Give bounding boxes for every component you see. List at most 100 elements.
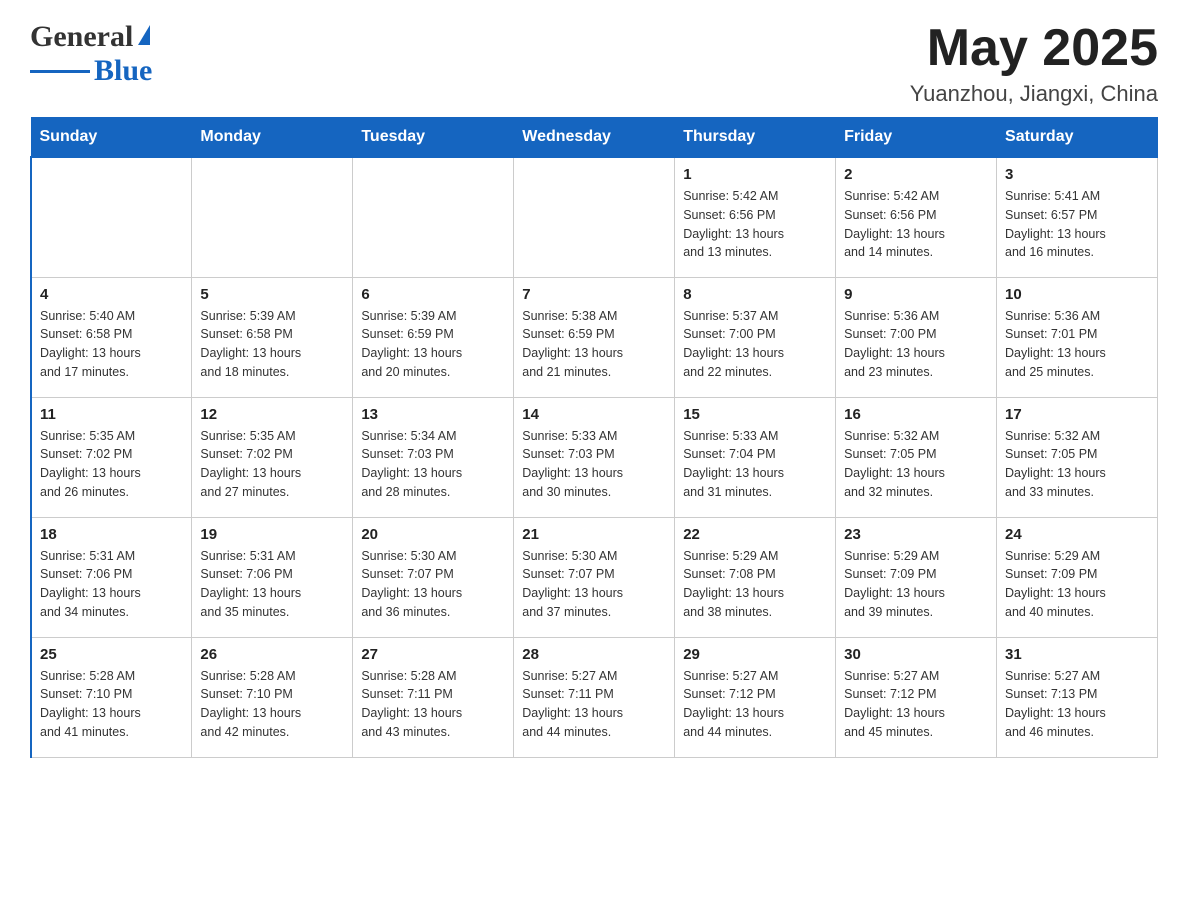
day-number: 12 [200, 406, 344, 423]
table-row: 20 Sunrise: 5:30 AM Sunset: 7:07 PM Dayli… [353, 517, 514, 637]
sun-info: Sunrise: 5:39 AM Sunset: 6:58 PM Dayligh… [200, 307, 344, 382]
table-row: 10 Sunrise: 5:36 AM Sunset: 7:01 PM Dayli… [997, 277, 1158, 397]
table-row: 14 Sunrise: 5:33 AM Sunset: 7:03 PM Dayli… [514, 397, 675, 517]
sun-info: Sunrise: 5:27 AM Sunset: 7:12 PM Dayligh… [844, 667, 988, 742]
sun-info: Sunrise: 5:38 AM Sunset: 6:59 PM Dayligh… [522, 307, 666, 382]
day-number: 7 [522, 286, 666, 303]
sun-info: Sunrise: 5:29 AM Sunset: 7:08 PM Dayligh… [683, 547, 827, 622]
table-row: 2 Sunrise: 5:42 AM Sunset: 6:56 PM Daylig… [836, 157, 997, 277]
sun-info: Sunrise: 5:34 AM Sunset: 7:03 PM Dayligh… [361, 427, 505, 502]
sun-info: Sunrise: 5:30 AM Sunset: 7:07 PM Dayligh… [361, 547, 505, 622]
sun-info: Sunrise: 5:28 AM Sunset: 7:10 PM Dayligh… [40, 667, 183, 742]
day-number: 28 [522, 646, 666, 663]
table-row: 23Sunrise: 5:29 AM Sunset: 7:09 PM Dayli… [836, 517, 997, 637]
day-number: 6 [361, 286, 505, 303]
col-thursday: Thursday [675, 118, 836, 158]
day-number: 9 [844, 286, 988, 303]
table-row: 28 Sunrise: 5:27 AM Sunset: 7:11 PM Dayli… [514, 637, 675, 757]
day-number: 16 [844, 406, 988, 423]
table-row: 15Sunrise: 5:33 AM Sunset: 7:04 PM Dayli… [675, 397, 836, 517]
table-row: 17 Sunrise: 5:32 AM Sunset: 7:05 PM Dayli… [997, 397, 1158, 517]
day-number: 21 [522, 526, 666, 543]
table-row: 6 Sunrise: 5:39 AM Sunset: 6:59 PM Daylig… [353, 277, 514, 397]
day-number: 13 [361, 406, 505, 423]
sun-info: Sunrise: 5:32 AM Sunset: 7:05 PM Dayligh… [844, 427, 988, 502]
table-row: 9Sunrise: 5:36 AM Sunset: 7:00 PM Daylig… [836, 277, 997, 397]
table-row [31, 157, 192, 277]
sun-info: Sunrise: 5:30 AM Sunset: 7:07 PM Dayligh… [522, 547, 666, 622]
table-row: 1 Sunrise: 5:42 AM Sunset: 6:56 PM Daylig… [675, 157, 836, 277]
table-row: 29 Sunrise: 5:27 AM Sunset: 7:12 PM Dayli… [675, 637, 836, 757]
table-row: 3 Sunrise: 5:41 AM Sunset: 6:57 PM Daylig… [997, 157, 1158, 277]
logo-general: General [30, 20, 133, 54]
table-row: 22 Sunrise: 5:29 AM Sunset: 7:08 PM Dayli… [675, 517, 836, 637]
day-number: 29 [683, 646, 827, 663]
col-saturday: Saturday [997, 118, 1158, 158]
day-number: 4 [40, 286, 183, 303]
sun-info: Sunrise: 5:29 AM Sunset: 7:09 PM Dayligh… [1005, 547, 1149, 622]
table-row: 24 Sunrise: 5:29 AM Sunset: 7:09 PM Dayli… [997, 517, 1158, 637]
col-monday: Monday [192, 118, 353, 158]
sun-info: Sunrise: 5:42 AM Sunset: 6:56 PM Dayligh… [844, 187, 988, 262]
day-number: 18 [40, 526, 183, 543]
month-year-title: May 2025 [910, 20, 1158, 77]
table-row: 19Sunrise: 5:31 AM Sunset: 7:06 PM Dayli… [192, 517, 353, 637]
day-number: 24 [1005, 526, 1149, 543]
table-row [192, 157, 353, 277]
sun-info: Sunrise: 5:37 AM Sunset: 7:00 PM Dayligh… [683, 307, 827, 382]
day-number: 3 [1005, 166, 1149, 183]
sun-info: Sunrise: 5:27 AM Sunset: 7:11 PM Dayligh… [522, 667, 666, 742]
page-header: General Blue May 2025 Yuanzhou, Jiangxi,… [30, 20, 1158, 107]
day-number: 2 [844, 166, 988, 183]
sun-info: Sunrise: 5:28 AM Sunset: 7:10 PM Dayligh… [200, 667, 344, 742]
calendar-header-row: Sunday Monday Tuesday Wednesday Thursday… [31, 118, 1158, 158]
sun-info: Sunrise: 5:27 AM Sunset: 7:13 PM Dayligh… [1005, 667, 1149, 742]
sun-info: Sunrise: 5:32 AM Sunset: 7:05 PM Dayligh… [1005, 427, 1149, 502]
day-number: 5 [200, 286, 344, 303]
day-number: 17 [1005, 406, 1149, 423]
table-row: 12Sunrise: 5:35 AM Sunset: 7:02 PM Dayli… [192, 397, 353, 517]
sun-info: Sunrise: 5:39 AM Sunset: 6:59 PM Dayligh… [361, 307, 505, 382]
calendar-week-row: 4 Sunrise: 5:40 AM Sunset: 6:58 PM Daylig… [31, 277, 1158, 397]
day-number: 14 [522, 406, 666, 423]
calendar-week-row: 25 Sunrise: 5:28 AM Sunset: 7:10 PM Dayli… [31, 637, 1158, 757]
table-row [353, 157, 514, 277]
day-number: 15 [683, 406, 827, 423]
sun-info: Sunrise: 5:31 AM Sunset: 7:06 PM Dayligh… [200, 547, 344, 622]
title-block: May 2025 Yuanzhou, Jiangxi, China [910, 20, 1158, 107]
col-wednesday: Wednesday [514, 118, 675, 158]
calendar-table: Sunday Monday Tuesday Wednesday Thursday… [30, 117, 1158, 758]
col-tuesday: Tuesday [353, 118, 514, 158]
table-row: 5 Sunrise: 5:39 AM Sunset: 6:58 PM Daylig… [192, 277, 353, 397]
table-row: 13 Sunrise: 5:34 AM Sunset: 7:03 PM Dayli… [353, 397, 514, 517]
day-number: 30 [844, 646, 988, 663]
sun-info: Sunrise: 5:29 AM Sunset: 7:09 PM Dayligh… [844, 547, 988, 622]
table-row: 11Sunrise: 5:35 AM Sunset: 7:02 PM Dayli… [31, 397, 192, 517]
day-number: 10 [1005, 286, 1149, 303]
calendar-week-row: 1 Sunrise: 5:42 AM Sunset: 6:56 PM Daylig… [31, 157, 1158, 277]
calendar-week-row: 18 Sunrise: 5:31 AM Sunset: 7:06 PM Dayli… [31, 517, 1158, 637]
sun-info: Sunrise: 5:27 AM Sunset: 7:12 PM Dayligh… [683, 667, 827, 742]
sun-info: Sunrise: 5:42 AM Sunset: 6:56 PM Dayligh… [683, 187, 827, 262]
sun-info: Sunrise: 5:36 AM Sunset: 7:01 PM Dayligh… [1005, 307, 1149, 382]
location-subtitle: Yuanzhou, Jiangxi, China [910, 81, 1158, 107]
day-number: 27 [361, 646, 505, 663]
day-number: 8 [683, 286, 827, 303]
table-row: 31 Sunrise: 5:27 AM Sunset: 7:13 PM Dayli… [997, 637, 1158, 757]
day-number: 31 [1005, 646, 1149, 663]
table-row: 4 Sunrise: 5:40 AM Sunset: 6:58 PM Daylig… [31, 277, 192, 397]
sun-info: Sunrise: 5:40 AM Sunset: 6:58 PM Dayligh… [40, 307, 183, 382]
day-number: 20 [361, 526, 505, 543]
day-number: 1 [683, 166, 827, 183]
logo-triangle-icon [138, 25, 150, 45]
table-row: 26Sunrise: 5:28 AM Sunset: 7:10 PM Dayli… [192, 637, 353, 757]
day-number: 11 [40, 406, 183, 423]
day-number: 25 [40, 646, 183, 663]
sun-info: Sunrise: 5:33 AM Sunset: 7:03 PM Dayligh… [522, 427, 666, 502]
table-row: 16 Sunrise: 5:32 AM Sunset: 7:05 PM Dayli… [836, 397, 997, 517]
table-row: 18Sunrise: 5:31 AM Sunset: 7:06 PM Dayli… [31, 517, 192, 637]
day-number: 22 [683, 526, 827, 543]
table-row: 30 Sunrise: 5:27 AM Sunset: 7:12 PM Dayli… [836, 637, 997, 757]
logo-blue: Blue [94, 54, 152, 88]
sun-info: Sunrise: 5:41 AM Sunset: 6:57 PM Dayligh… [1005, 187, 1149, 262]
